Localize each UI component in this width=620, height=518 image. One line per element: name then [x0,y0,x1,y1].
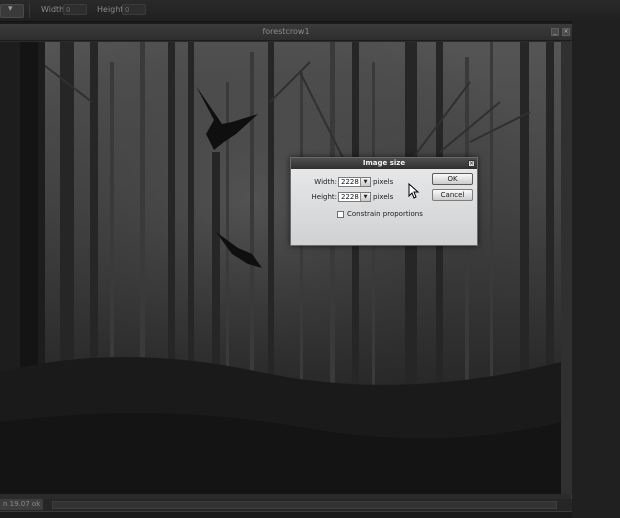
dialog-body: Width: 2228 ▼ pixels Height: 2228 ▼ pixe… [291,169,477,245]
toolbar-height-field[interactable]: 0 [122,4,146,15]
toolbar-divider [29,3,30,18]
width-combo[interactable]: 2228 ▼ [338,177,371,187]
close-icon[interactable]: × [562,28,570,36]
minimize-icon[interactable]: _ [551,28,559,36]
height-label: Height: [311,193,338,201]
image-size-dialog: Image size × Width: 2228 ▼ pixels Height… [290,157,478,246]
mouse-cursor-icon [408,183,420,199]
height-unit: pixels [373,193,394,201]
width-value: 2228 [341,178,359,186]
cancel-button[interactable]: Cancel [432,189,473,201]
image-canvas[interactable] [0,42,561,494]
zoom-readout[interactable]: n 19.07 ok [0,499,44,510]
constrain-proportions-checkbox[interactable] [337,211,344,218]
horizontal-scrollbar[interactable] [52,501,557,509]
dialog-title: Image size [362,159,406,167]
right-panel [572,21,620,518]
document-title-bar[interactable]: forestcrow1 _ × [0,25,572,41]
vertical-scrollbar[interactable] [561,42,572,494]
document-title: forestcrow1 [262,27,310,36]
forest-photo [0,42,561,494]
dialog-close-icon[interactable]: × [468,160,475,167]
height-value: 2228 [341,193,359,201]
dropdown-icon: ▾ [8,4,13,14]
width-unit: pixels [373,178,394,186]
toolbar-width-field[interactable]: 0 [63,4,87,15]
options-bar: ▾ Width: 0 Height: 0 [0,0,620,22]
dialog-title-bar[interactable]: Image size × [291,158,477,169]
tool-preset-dropdown[interactable]: ▾ [0,4,24,18]
height-combo[interactable]: 2228 ▼ [338,192,371,202]
combo-arrow-icon[interactable]: ▼ [360,178,370,186]
width-label: Width: [314,178,337,186]
document-window: forestcrow1 _ × n 19.07 ok [0,24,572,512]
ok-button[interactable]: OK [432,173,473,185]
constrain-proportions-label: Constrain proportions [347,210,423,218]
combo-arrow-icon[interactable]: ▼ [360,193,370,201]
